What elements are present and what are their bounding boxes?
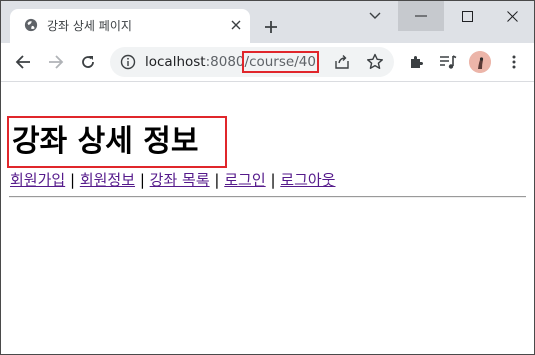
nav-separator: | <box>139 171 145 189</box>
address-bar[interactable]: localhost:8080/course/40 <box>110 47 394 77</box>
minimize-icon <box>415 15 427 17</box>
plus-icon <box>265 21 277 33</box>
nav-link-login[interactable]: 로그인 <box>224 171 265 189</box>
playlist-music-icon <box>440 55 457 69</box>
nav-link-signup[interactable]: 회원가입 <box>10 171 65 189</box>
forward-button[interactable] <box>45 51 67 73</box>
globe-icon <box>24 18 38 32</box>
reload-button[interactable] <box>77 51 99 73</box>
tab-title: 강좌 상세 페이지 <box>47 19 132 33</box>
puzzle-icon <box>411 55 424 68</box>
chevron-down-icon <box>369 12 381 19</box>
page-content: 강좌 상세 정보 회원가입 | 회원정보 | 강좌 목록 | 로그인 | 로그아… <box>1 82 534 354</box>
extensions-button[interactable] <box>406 51 428 73</box>
nav-separator: | <box>69 171 76 189</box>
url-path: /course/40 <box>241 51 319 73</box>
page-title: 강좌 상세 정보 <box>7 116 227 169</box>
browser-toolbar: localhost:8080/course/40 <box>1 43 534 82</box>
back-button[interactable] <box>12 51 34 73</box>
nav-link-logout[interactable]: 로그아웃 <box>280 171 335 189</box>
minimize-button[interactable] <box>398 1 444 31</box>
nav-link-member-info[interactable]: 회원정보 <box>80 171 135 189</box>
arrow-right-icon <box>49 55 64 69</box>
nav-links: 회원가입 | 회원정보 | 강좌 목록 | 로그인 | 로그아웃 <box>10 169 335 190</box>
browser-window: 강좌 상세 페이지 localhost:8080/course/40 강좌 상세… <box>0 0 535 355</box>
nav-separator: | <box>270 171 276 189</box>
info-icon[interactable] <box>120 54 136 70</box>
url-host: localhost <box>145 54 206 70</box>
nav-separator: | <box>214 171 220 189</box>
arrow-left-icon <box>15 55 30 69</box>
horizontal-divider <box>9 196 526 198</box>
profile-avatar[interactable] <box>469 51 491 73</box>
maximize-button[interactable] <box>444 1 490 31</box>
close-tab-icon[interactable] <box>228 17 244 33</box>
browser-tab[interactable]: 강좌 상세 페이지 <box>10 9 250 43</box>
tab-strip: 강좌 상세 페이지 <box>1 1 534 43</box>
close-icon <box>506 10 518 22</box>
tab-search-button[interactable] <box>352 1 398 31</box>
profile-picture-icon <box>469 51 491 73</box>
new-tab-button[interactable] <box>260 16 282 38</box>
maximize-icon <box>461 10 473 22</box>
nav-link-course-list[interactable]: 강좌 목록 <box>150 171 210 189</box>
vertical-dots-icon <box>512 55 516 69</box>
url-text[interactable]: localhost:8080/course/40 <box>145 51 319 73</box>
reload-icon <box>82 56 94 68</box>
share-icon[interactable] <box>333 53 351 71</box>
browser-menu-button[interactable] <box>503 51 525 73</box>
close-window-button[interactable] <box>489 1 534 31</box>
bookmark-star-icon[interactable] <box>366 53 384 71</box>
url-port: :8080 <box>205 54 245 70</box>
media-control-button[interactable] <box>437 51 459 73</box>
